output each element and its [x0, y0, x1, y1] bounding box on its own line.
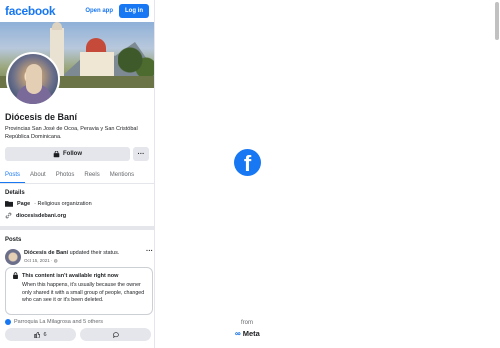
meta-infinity-icon: ∞ [235, 329, 241, 338]
reactions-text: Parroquia La Milagrosa and 5 others [14, 319, 103, 325]
profile-figure [26, 64, 42, 94]
notice-body: When this happens, it's usually because … [22, 282, 145, 303]
reactions-summary[interactable]: Parroquia La Milagrosa and 5 others [5, 319, 103, 325]
post-meta: Diócesis de Baní updated their status. O… [24, 250, 119, 264]
mobile-page-panel: facebook Open app Log in Diócesis de Ban… [0, 0, 155, 348]
tab-photos[interactable]: Photos [51, 168, 80, 183]
unavailable-notice: This content isn't available right now W… [5, 267, 153, 315]
page-description: Provincias San José de Ocoa, Peravia y S… [5, 126, 138, 140]
top-bar: facebook Open app Log in [0, 0, 154, 22]
meta-logo: ∞ Meta [235, 329, 260, 338]
page-label: Page [17, 200, 31, 207]
post-more-button[interactable]: ··· [146, 248, 153, 255]
section-divider [0, 226, 154, 230]
like-button[interactable]: 6 [5, 328, 76, 341]
tab-about[interactable]: About [25, 168, 51, 183]
tab-mentions[interactable]: Mentions [105, 168, 139, 183]
post-avatar[interactable] [5, 249, 21, 265]
website-link[interactable]: diocesisdebani.org [16, 213, 66, 219]
open-app-link[interactable]: Open app [85, 8, 113, 14]
details-link[interactable]: diocesisdebani.org [5, 212, 66, 219]
page-title: Diócesis de Baní [5, 112, 78, 122]
follow-row: Follow ··· [5, 147, 149, 161]
posts-heading: Posts [5, 237, 22, 243]
follow-icon [53, 150, 60, 157]
login-button[interactable]: Log in [119, 4, 149, 18]
comment-icon [112, 331, 119, 338]
post-time[interactable]: Oct 15, 2021 · [24, 258, 54, 263]
follow-label: Follow [63, 151, 82, 157]
thumbs-up-icon [34, 331, 41, 338]
post-actions: 6 [5, 328, 151, 341]
like-reaction-icon [5, 319, 11, 325]
cover-dome [86, 38, 106, 52]
page-tabs: Posts About Photos Reels Mentions [0, 168, 154, 184]
post-author[interactable]: Diócesis de Baní [24, 250, 68, 256]
tab-reels[interactable]: Reels [79, 168, 104, 183]
more-button[interactable]: ··· [133, 147, 149, 161]
lock-icon [13, 272, 18, 279]
follow-button[interactable]: Follow [5, 147, 130, 161]
post-author-line: Diócesis de Baní updated their status. [24, 250, 119, 257]
details-heading: Details [5, 190, 25, 196]
post-time-line: Oct 15, 2021 · ◍ [24, 257, 119, 264]
profile-picture[interactable] [6, 52, 60, 106]
notice-title: This content isn't available right now [22, 272, 119, 279]
globe-icon: ◍ [53, 258, 58, 263]
post-header: Diócesis de Baní updated their status. O… [5, 248, 153, 266]
post-action: updated their status. [69, 250, 120, 256]
link-icon [5, 212, 12, 219]
details-page-type: Page · Religious organization [5, 200, 92, 207]
tab-posts[interactable]: Posts [0, 168, 26, 183]
notice-title-row: This content isn't available right now [12, 272, 146, 279]
like-count: 6 [43, 331, 47, 338]
facebook-f-logo-icon: f [234, 149, 261, 176]
comment-button[interactable] [80, 328, 151, 341]
page-type: · Religious organization [34, 200, 92, 207]
meta-label: Meta [242, 329, 260, 338]
scrollbar-thumb[interactable] [495, 2, 499, 40]
from-label: from [241, 320, 253, 326]
folder-icon [5, 201, 13, 207]
facebook-logo[interactable]: facebook [5, 4, 56, 18]
